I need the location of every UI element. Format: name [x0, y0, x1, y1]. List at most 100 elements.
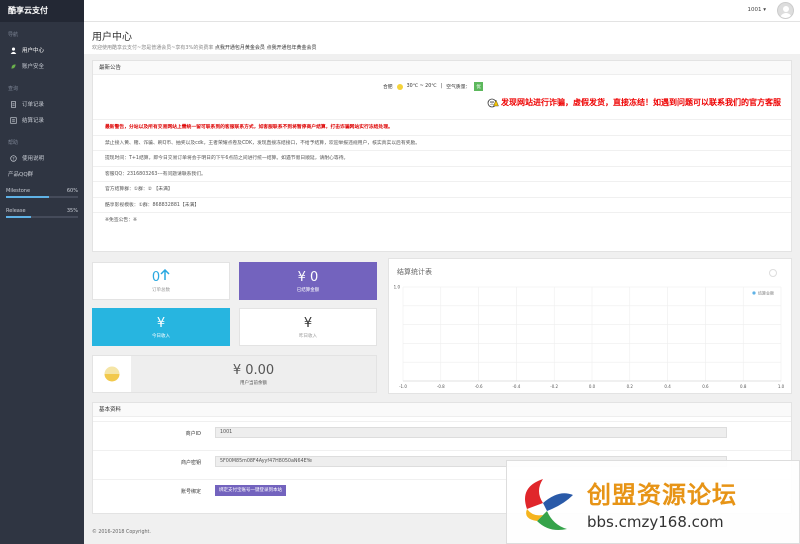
- form-row-merchant-id: 商户ID 1001: [93, 421, 791, 445]
- page-title: 用户中心: [92, 32, 132, 43]
- yesterday-income-card: ¥ 昨日收入: [239, 308, 377, 346]
- alert-icon: [487, 98, 499, 107]
- user-icon: [10, 47, 17, 54]
- merchant-id-field[interactable]: 1001: [215, 427, 727, 438]
- sidebar-item-label: 用户中心: [22, 48, 45, 54]
- sidebar-progress: Milestone 60% Release 35%: [0, 186, 84, 218]
- member-info-text: 欢迎使用酷享云支付~您是普通会员~享有3%的资费率: [92, 45, 214, 51]
- sidebar-item-label: 账户安全: [22, 64, 45, 70]
- list-item: ※免签公告：※: [93, 212, 791, 228]
- x-tick-label: -0.4: [512, 384, 520, 389]
- watermark: 创盟资源论坛 bbs.cmzy168.com: [506, 460, 800, 544]
- page-header: 用户中心 欢迎使用酷享云支付~您是普通会员~享有3%的资费率 点我开通包月黄金会…: [84, 22, 800, 54]
- bind-alipay-button[interactable]: 绑定支付宝账号一键登录到本站: [215, 485, 286, 496]
- sidebar-section-help: 帮助: [8, 140, 19, 146]
- list-item: 禁止接入黄、赌、诈骗、刷Q币、抽奖以及cdk，王者荣耀点卷及CDK，发现直接冻结…: [93, 134, 791, 151]
- today-income-card: ¥ 今日收入: [92, 308, 230, 346]
- list-item: 官方结算群：①群：② 【未满】: [93, 181, 791, 197]
- field-label: 账号绑定: [180, 489, 201, 495]
- settlement-chart-panel: 结算统计表 -1.0 -0.8 -0.6 -0.4 -0.2 0.0 0.2 0.4 0.6 0.…: [388, 258, 792, 394]
- panel-title: 最新公告: [93, 61, 791, 75]
- yesterday-income-label: 昨日收入: [299, 333, 317, 339]
- progress-label: Milestone: [6, 188, 31, 194]
- brand-logo[interactable]: 酷享云支付: [0, 0, 84, 22]
- x-tick-label: -0.6: [475, 384, 483, 389]
- weather-city: 合肥: [383, 85, 393, 90]
- fraud-warning: 发现网站进行诈骗，虚假发货，直接冻结！如遇到问题可以联系我们的官方客服: [487, 97, 781, 108]
- sidebar-item-label: 结算记录: [22, 118, 45, 124]
- yearly-vip-link[interactable]: 点我开通包年黄金会员: [267, 45, 317, 51]
- yesterday-income-value: ¥: [303, 315, 313, 331]
- air-quality-label: 空气质量：: [446, 85, 471, 90]
- x-tick-label: 0.2: [627, 384, 634, 389]
- x-tick-label: 0.4: [664, 384, 671, 389]
- forum-logo-icon: [525, 479, 573, 530]
- footer-copyright: © 2016-2018 Copyright.: [92, 530, 151, 535]
- user-menu-dropdown[interactable]: 1001 ▾: [747, 7, 766, 13]
- sidebar-item-label: 产品QQ群: [8, 172, 34, 178]
- x-tick-label: -1.0: [399, 384, 407, 389]
- release-progress-bar: [6, 216, 78, 218]
- today-income-value: ¥: [156, 315, 166, 331]
- x-tick-label: -0.8: [437, 384, 445, 389]
- leaf-icon: [10, 63, 17, 70]
- sidebar-section-nav: 导航: [8, 32, 19, 38]
- order-count-card: 0 订单总数: [92, 262, 230, 300]
- arrow-up-icon: [160, 268, 170, 280]
- progress-value: 35%: [66, 208, 78, 214]
- warning-text: 发现网站进行诈骗，虚假发货，直接冻结！如遇到问题可以联系我们的官方客服: [501, 98, 781, 107]
- x-tick-label: 0.8: [740, 384, 747, 389]
- document-icon: [10, 100, 17, 108]
- sidebar-item-label: 订单记录: [22, 102, 45, 108]
- balance-label: 用户当前余额: [240, 380, 267, 386]
- sun-icon: [396, 83, 403, 90]
- sidebar-section-query: 查询: [8, 86, 19, 92]
- watermark-title: 创盟资源论坛: [587, 481, 737, 509]
- sidebar-item-qq-group[interactable]: 产品QQ群: [0, 166, 84, 182]
- weather-temp: 30℃ ~ 20℃: [406, 84, 437, 89]
- field-label: 商户密钥: [180, 460, 201, 466]
- settled-amount-value: ¥ 0: [297, 269, 319, 285]
- x-tick-label: 1.0: [778, 384, 785, 389]
- sidebar-item-user-center[interactable]: 用户中心: [0, 42, 84, 58]
- list-item: 最新警告，分站以及所有交易网站上需统一留可联系到的客服联系方式，如客服联系不到将…: [93, 119, 791, 135]
- order-count-label: 订单总数: [152, 288, 170, 293]
- refresh-icon: [769, 269, 777, 277]
- announcement-panel: 最新公告 合肥 30℃ ~ 20℃ | 空气质量： 优 发现网站进行诈骗，虚假发…: [92, 60, 792, 252]
- air-quality-badge: 优: [474, 82, 484, 91]
- announcement-list: 最新警告，分站以及所有交易网站上需统一留可联系到的客服联系方式，如客服联系不到将…: [93, 119, 791, 228]
- sidebar-item-instructions[interactable]: ? 使用说明: [0, 150, 84, 166]
- monthly-vip-link[interactable]: 点我开通包月黄金会员: [215, 45, 265, 51]
- settled-amount-card: ¥ 0 已结算金额: [239, 262, 377, 300]
- svg-text:?: ?: [12, 156, 14, 161]
- top-bar: 1001 ▾: [84, 0, 800, 22]
- x-tick-label: 0.6: [702, 384, 709, 389]
- weather-widget: 合肥 30℃ ~ 20℃ | 空气质量： 优: [383, 82, 484, 91]
- settled-amount-label: 已结算金额: [296, 287, 320, 293]
- order-count-value: 0: [151, 270, 161, 285]
- sidebar-item-label: 使用说明: [22, 156, 45, 162]
- sidebar-item-settlement-records[interactable]: 结算记录: [0, 112, 84, 128]
- sidebar: 酷享云支付 导航 用户中心 账户安全 查询 订单记录 结算记录 帮助 ? 使用说…: [0, 0, 84, 544]
- list-item: 客服QQ：2316803263---有问题请联系我们。: [93, 165, 791, 182]
- balance-value: ¥ 0.00: [232, 362, 275, 378]
- list-item: 提现时间：T+1结算，即今日交易订单将会于明日的下午6点前之间进行统一结算。如遇…: [93, 150, 791, 166]
- balance-card: ¥ 0.00 用户当前余额: [92, 355, 377, 393]
- progress-value: 60%: [66, 188, 78, 194]
- list-item: 酷享影视模板：①群：868832881【未满】: [93, 196, 791, 213]
- sidebar-item-order-records[interactable]: 订单记录: [0, 96, 84, 112]
- page-subtitle: 欢迎使用酷享云支付~您是普通会员~享有3%的资费率 点我开通包月黄金会员 点我开…: [92, 44, 800, 51]
- milestone-progress-bar: [6, 196, 78, 198]
- legend-label: 结算金额: [758, 290, 774, 296]
- today-income-label: 今日收入: [152, 333, 170, 339]
- help-icon: ?: [10, 154, 17, 162]
- field-label: 商户ID: [185, 431, 201, 437]
- sidebar-item-account-security[interactable]: 账户安全: [0, 58, 84, 74]
- x-tick-label: -0.2: [550, 384, 558, 389]
- watermark-url: bbs.cmzy168.com: [587, 513, 724, 531]
- x-tick-label: 0.0: [589, 384, 596, 389]
- panel-title: 基本资料: [93, 403, 791, 417]
- progress-label: Release: [6, 208, 26, 214]
- pie-chart-icon: [103, 365, 121, 383]
- avatar[interactable]: [777, 2, 794, 19]
